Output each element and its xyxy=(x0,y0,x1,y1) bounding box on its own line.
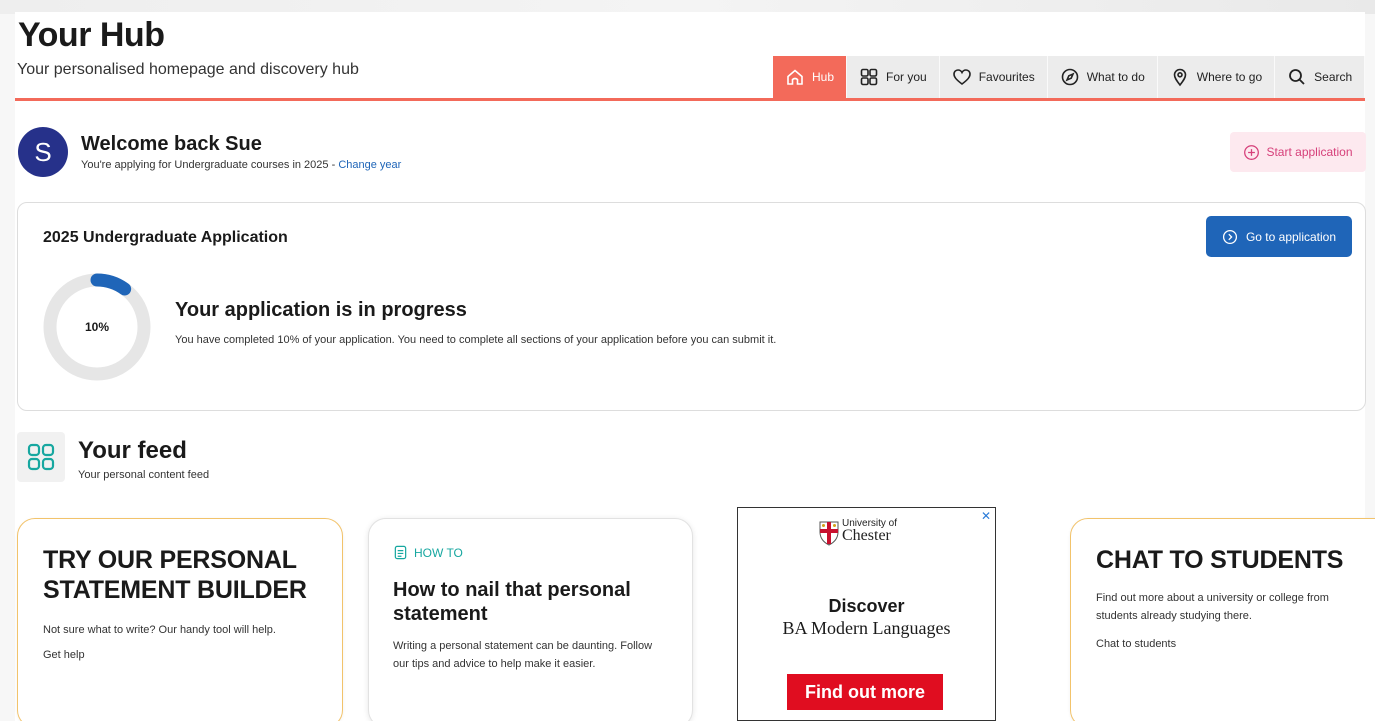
chat-to-students-link[interactable]: Chat to students xyxy=(1096,635,1176,653)
go-to-application-button[interactable]: Go to application xyxy=(1206,216,1352,257)
progress-percent: 10% xyxy=(84,320,110,334)
page-subtitle: Your personalised homepage and discovery… xyxy=(17,61,359,78)
map-pin-icon xyxy=(1173,68,1187,87)
statement-builder-heading: TRY OUR PERSONAL STATEMENT BUILDER xyxy=(43,546,307,604)
get-help-link[interactable]: Get help xyxy=(43,646,85,664)
tab-for-you[interactable]: For you xyxy=(847,56,940,98)
feed-card-chat-to-students[interactable]: CHAT TO STUDENTS Find out more about a u… xyxy=(1070,518,1375,721)
grid-icon xyxy=(860,68,878,86)
progress-status-description: You have completed 10% of your applicati… xyxy=(175,334,777,346)
applying-text: You're applying for Undergraduate course… xyxy=(81,159,401,171)
tab-what-to-do-label: What to do xyxy=(1086,70,1145,84)
avatar: S xyxy=(18,127,68,177)
tab-for-you-label: For you xyxy=(886,70,927,84)
welcome-heading: Welcome back Sue xyxy=(81,133,262,155)
how-to-tag-label: HOW TO xyxy=(414,545,463,560)
chat-to-students-heading: CHAT TO STUDENTS xyxy=(1096,546,1344,574)
feed-card-statement-builder[interactable]: TRY OUR PERSONAL STATEMENT BUILDER Not s… xyxy=(17,518,343,721)
home-icon xyxy=(787,69,803,85)
heart-icon xyxy=(952,69,971,86)
feed-title: Your feed xyxy=(78,437,187,464)
feed-card-how-to[interactable]: HOW TO How to nail that personal stateme… xyxy=(368,518,693,721)
compass-icon xyxy=(1061,68,1079,86)
tab-where-to-go-label: Where to go xyxy=(1196,70,1263,84)
go-to-application-label: Go to application xyxy=(1245,229,1337,244)
ad-close-icon[interactable]: ✕ xyxy=(981,509,991,523)
feed-grid-icon xyxy=(17,432,65,482)
ad-find-out-more-button[interactable]: Find out more xyxy=(787,674,943,710)
start-application-label: Start application xyxy=(1266,145,1353,159)
university-crest-icon xyxy=(819,521,839,546)
plus-circle-icon xyxy=(1244,144,1260,160)
hub-nav: Hub For you Favourites What to do Where … xyxy=(773,56,1366,98)
ad-university-name: Chester xyxy=(842,527,891,544)
application-heading: 2025 Undergraduate Application xyxy=(43,229,288,246)
tab-favourites[interactable]: Favourites xyxy=(939,56,1048,98)
hub-page: Your Hub Your personalised homepage and … xyxy=(15,12,1375,721)
chat-to-students-text: Find out more about a university or coll… xyxy=(1096,592,1329,622)
application-card: 2025 Undergraduate Application Go to app… xyxy=(17,202,1366,411)
tab-favourites-label: Favourites xyxy=(978,70,1035,84)
feed-subtitle: Your personal content feed xyxy=(78,469,210,481)
how-to-text: Writing a personal statement can be daun… xyxy=(393,640,653,670)
change-year-link[interactable]: Change year xyxy=(338,159,401,171)
search-icon xyxy=(1289,69,1305,85)
document-icon xyxy=(394,545,407,560)
advertisement[interactable]: ✕ University of Chester Discover BA Mode… xyxy=(737,507,996,721)
how-to-heading: How to nail that personal statement xyxy=(393,579,631,625)
ad-discover: Discover xyxy=(828,596,905,616)
ad-course: BA Modern Languages xyxy=(782,618,951,638)
nav-underline xyxy=(15,98,1365,101)
tab-where-to-go[interactable]: Where to go xyxy=(1157,56,1276,98)
tab-search[interactable]: Search xyxy=(1275,56,1366,98)
tab-search-label: Search xyxy=(1314,70,1353,84)
tab-what-to-do[interactable]: What to do xyxy=(1047,56,1158,98)
progress-status-title: Your application is in progress xyxy=(175,299,467,321)
page-title: Your Hub xyxy=(18,16,165,54)
tab-hub-label: Hub xyxy=(812,70,835,84)
statement-builder-text: Not sure what to write? Our handy tool w… xyxy=(43,624,276,636)
tab-hub[interactable]: Hub xyxy=(773,56,848,98)
how-to-tag: HOW TO xyxy=(393,545,463,560)
chevron-right-circle-icon xyxy=(1222,229,1238,244)
start-application-button[interactable]: Start application xyxy=(1230,132,1366,172)
applying-label: You're applying for Undergraduate course… xyxy=(81,159,339,171)
